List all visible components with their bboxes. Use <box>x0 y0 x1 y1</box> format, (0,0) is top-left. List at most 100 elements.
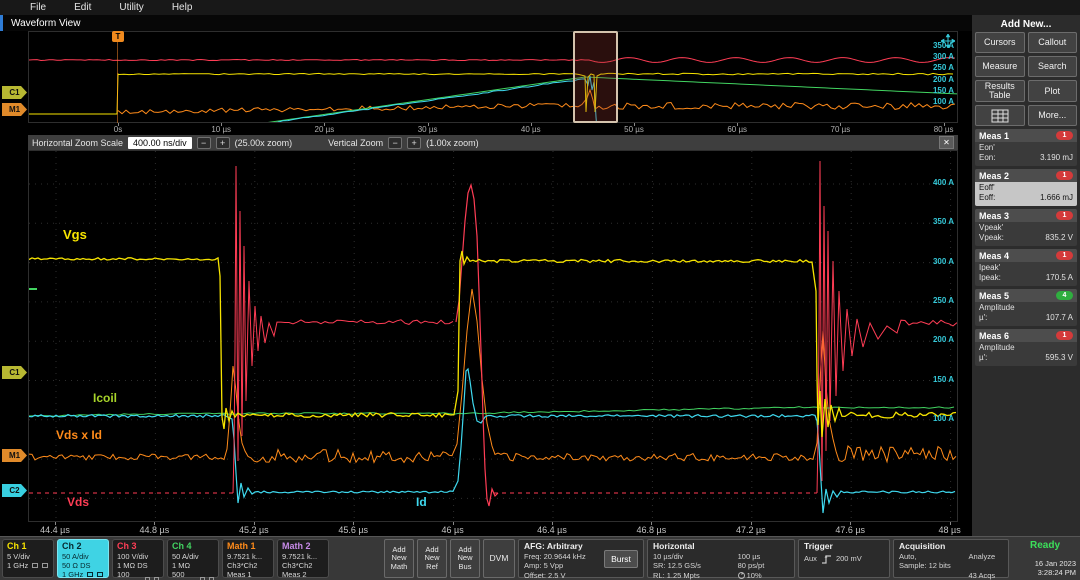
meas-panel-meas-4[interactable]: Meas 41Ipeak'Ipeak:170.5 A <box>975 249 1077 286</box>
horizontal-recordlength: RL: 1.25 Mpts <box>653 571 726 580</box>
meas-value: 170.5 A <box>1046 273 1073 283</box>
status-time: 3:28:24 PM <box>1035 568 1076 577</box>
channel-badge-math-2[interactable]: Math 29.7521 k...Ch3*Ch2Meas 2 <box>277 539 329 578</box>
results-grid-icon-button[interactable] <box>975 105 1025 126</box>
meas-value-row: Eon:3.190 mJ <box>979 153 1073 163</box>
amp-scale-label: 100 A <box>933 414 954 423</box>
menu-help[interactable]: Help <box>172 2 193 13</box>
meas-value-row: µ':107.7 A <box>979 313 1073 323</box>
status-area: Ready 16 Jan 2023 3:28:24 PM <box>1012 539 1078 578</box>
channel-name: Ch 2 <box>62 541 104 552</box>
menu-utility[interactable]: Utility <box>119 2 143 13</box>
tick-label: 70 µs <box>831 125 851 134</box>
tick-label: 50 µs <box>624 125 644 134</box>
zoom-plot[interactable]: 400 A350 A300 A250 A200 A150 A100 AVgsIc… <box>28 150 958 522</box>
channel-badge-ch-3[interactable]: Ch 3100 V/div1 MΩ DS100 MHz <box>112 539 164 578</box>
measurement-list: Meas 11Eon'Eon:3.190 mJMeas 21Eoff'Eoff:… <box>975 126 1077 366</box>
afg-freq: Freq: 20.9644 kHz <box>524 552 600 562</box>
acquisition-panel[interactable]: Acquisition Auto, Analyze Sample: 12 bit… <box>893 539 1009 578</box>
meas-status-badge: 4 <box>1056 291 1073 300</box>
horizontal-title: Horizontal <box>653 542 789 552</box>
tick-label: 44.8 µs <box>140 525 170 535</box>
vzoom-minus-button[interactable]: − <box>388 137 402 149</box>
meas-source-label: Eoff' <box>979 183 1073 193</box>
meas-source-label: Ipeak' <box>979 263 1073 273</box>
trigger-marker[interactable]: T <box>112 31 124 42</box>
channel-badge-ch-2[interactable]: Ch 250 A/div50 Ω DS1 GHz <box>57 539 109 578</box>
channel-marker-m1[interactable]: M1 <box>2 103 27 116</box>
tick-label: 45.6 µs <box>338 525 368 535</box>
bottom-bar: Ch 15 V/div1 GHzCh 250 A/div50 Ω DS1 GHz… <box>0 536 1080 580</box>
meas-panel-meas-3[interactable]: Meas 31Vpeak'Vpeak:835.2 V <box>975 209 1077 246</box>
trace-label-icoil: Icoil <box>93 391 117 405</box>
add-new-math-button[interactable]: Add New Math <box>384 539 414 578</box>
add-new-ref-button[interactable]: Add New Ref <box>417 539 447 578</box>
dvm-button[interactable]: DVM <box>483 539 515 578</box>
hzoom-scale-value[interactable]: 400.00 ns/div <box>128 137 192 149</box>
channel-marker-c2[interactable]: C2 <box>2 484 27 497</box>
channel-setting: Meas 1 <box>227 570 269 579</box>
meas-body: Eoff'Eoff:1.666 mJ <box>975 182 1077 206</box>
acquisition-sample: Sample: 12 bits <box>899 561 959 571</box>
add-new-results-table-button[interactable]: Results Table <box>975 80 1025 102</box>
zoom-window-box[interactable] <box>573 31 618 123</box>
meas-body: Vpeak'Vpeak:835.2 V <box>975 222 1077 246</box>
add-new-bus-button[interactable]: Add New Bus <box>450 539 480 578</box>
waveform-area: Waveform View <box>0 15 972 536</box>
tick-label: 45.2 µs <box>239 525 269 535</box>
channel-badge-ch-1[interactable]: Ch 15 V/div1 GHz <box>2 539 54 578</box>
add-new-more--button[interactable]: More... <box>1028 105 1078 126</box>
vzoom-plus-button[interactable]: + <box>407 137 421 149</box>
add-new-callout-button[interactable]: Callout <box>1028 32 1078 53</box>
meas-body: Amplitudeµ':107.7 A <box>975 302 1077 326</box>
bottom-bar-spacer <box>332 539 381 578</box>
channel-setting: 500 MHz <box>172 570 214 580</box>
hzoom-plus-button[interactable]: + <box>216 137 230 149</box>
menu-edit[interactable]: Edit <box>74 2 91 13</box>
meas-panel-meas-6[interactable]: Meas 61Amplitudeµ':595.3 V <box>975 329 1077 366</box>
horizontal-scale: 10 µs/div <box>653 552 726 562</box>
meas-panel-meas-5[interactable]: Meas 54Amplitudeµ':107.7 A <box>975 289 1077 326</box>
meas-value-row: Ipeak:170.5 A <box>979 273 1073 283</box>
results-grid-icon <box>991 109 1009 123</box>
channel-marker-c1[interactable]: C1 <box>2 86 27 99</box>
meas-header: Meas 11 <box>975 129 1077 142</box>
trigger-title: Trigger <box>804 542 884 552</box>
add-new-cursors-button[interactable]: Cursors <box>975 32 1025 53</box>
meas-status-badge: 1 <box>1056 331 1073 340</box>
tick-label: 20 µs <box>315 125 335 134</box>
zoom-close-button[interactable]: ✕ <box>939 136 954 149</box>
tick-label: 40 µs <box>521 125 541 134</box>
acquisition-count: 43 Acqs <box>969 571 1004 580</box>
add-new-search-button[interactable]: Search <box>1028 56 1078 77</box>
tick-label: 30 µs <box>418 125 438 134</box>
afg-panel[interactable]: AFG: Arbitrary Freq: 20.9644 kHz Amp: 5 … <box>518 539 644 578</box>
channel-marker-c1[interactable]: C1 <box>2 366 27 379</box>
tick-label: 47.2 µs <box>736 525 766 535</box>
add-new-plot-button[interactable]: Plot <box>1028 80 1078 102</box>
menu-bar: File Edit Utility Help <box>0 0 1080 15</box>
add-new-measure-button[interactable]: Measure <box>975 56 1025 77</box>
tick-label: 60 µs <box>727 125 747 134</box>
hzoom-minus-button[interactable]: − <box>197 137 211 149</box>
hzoom-scale-label: Horizontal Zoom Scale <box>32 138 123 148</box>
menu-file[interactable]: File <box>30 2 46 13</box>
meas-panel-meas-2[interactable]: Meas 21Eoff'Eoff:1.666 mJ <box>975 169 1077 206</box>
channel-name: Math 2 <box>282 541 324 552</box>
channel-badge-ch-4[interactable]: Ch 450 A/div1 MΩ500 MHz <box>167 539 219 578</box>
tick-label: 48 µs <box>938 525 960 535</box>
channel-setting: 1 GHz <box>62 570 104 579</box>
horizontal-panel[interactable]: Horizontal 10 µs/div 100 µs SR: 12.5 GS/… <box>647 539 795 578</box>
burst-button[interactable]: Burst <box>604 550 638 568</box>
trigger-panel[interactable]: Trigger Aux 200 mV <box>798 539 890 578</box>
waveform-view-tab[interactable]: Waveform View <box>0 15 972 31</box>
horizontal-position: 10% <box>747 571 762 580</box>
channel-badge-math-1[interactable]: Math 19.7521 k...Ch3*Ch2Meas 1 <box>222 539 274 578</box>
meas-source-label: Eon' <box>979 143 1073 153</box>
trace-label-vds: Vds <box>67 495 89 509</box>
meas-name: Meas 3 <box>979 211 1009 221</box>
channel-name: Math 1 <box>227 541 269 552</box>
overview-plot[interactable]: 350 A300 A250 A200 A150 A100 A <box>28 31 958 123</box>
meas-panel-meas-1[interactable]: Meas 11Eon'Eon:3.190 mJ <box>975 129 1077 166</box>
channel-marker-m1[interactable]: M1 <box>2 449 27 462</box>
